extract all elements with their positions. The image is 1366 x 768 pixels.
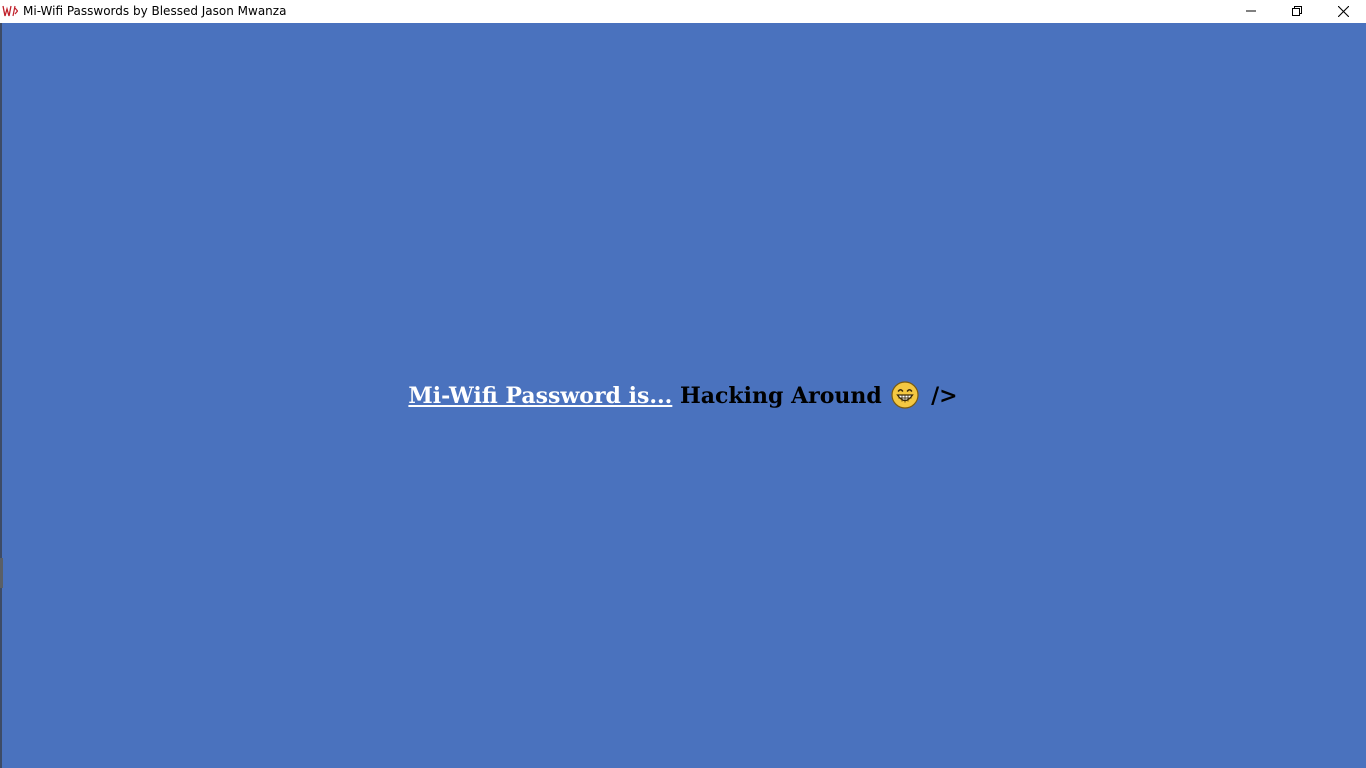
minimize-icon [1246,10,1256,12]
restore-icon [1292,6,1302,16]
close-icon [1337,5,1349,17]
restore-button[interactable] [1274,0,1320,22]
app-logo-icon [1,0,19,22]
headline: Mi-Wifi Password is... Hacking Around /> [0,381,1366,415]
window-controls [1228,0,1366,22]
password-link[interactable]: Mi-Wifi Password is... [408,383,672,409]
window-title: Mi-Wifi Passwords by Blessed Jason Mwanz… [23,4,287,18]
grinning-face-icon [891,381,920,415]
app-window: Mi-Wifi Passwords by Blessed Jason Mwanz… [0,0,1366,768]
left-edge-marker [0,558,3,588]
main-content: Mi-Wifi Password is... Hacking Around /> [0,23,1366,768]
headline-suffix: /> [931,383,958,409]
minimize-button[interactable] [1228,0,1274,22]
close-button[interactable] [1320,0,1366,22]
title-bar[interactable]: Mi-Wifi Passwords by Blessed Jason Mwanz… [0,0,1366,22]
headline-text: Hacking Around [680,383,882,409]
